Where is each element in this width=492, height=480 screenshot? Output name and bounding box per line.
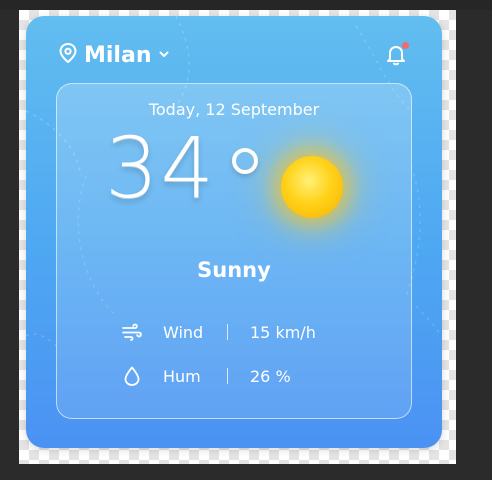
humidity-value: 26 % [250,366,291,386]
notification-dot [402,42,409,49]
divider [227,324,228,340]
weather-card: Milan Today, 12 September 34 Sunny Wind … [26,16,442,448]
wind-row: Wind 15 km/h [119,319,316,345]
wind-value: 15 km/h [250,322,316,342]
degree-symbol [232,148,258,174]
chevron-down-icon [157,46,171,65]
humidity-row: Hum 26 % [119,363,291,389]
humidity-label: Hum [163,366,201,386]
droplet-icon [119,363,145,389]
temperature-value: 34 [105,119,216,217]
window-top-bar [0,0,492,10]
notifications-button[interactable] [384,42,409,66]
weather-condition: Sunny [197,258,271,282]
sun-icon [281,156,343,218]
divider [227,368,228,384]
current-date: Today, 12 September [148,100,320,119]
city-name: Milan [84,42,152,68]
bell-icon [384,46,408,70]
weather-panel: Today, 12 September 34 Sunny Wind 15 km/… [56,83,412,419]
location-pin-icon [58,42,78,68]
location-selector[interactable]: Milan [58,40,171,70]
wind-icon [119,319,145,345]
wind-label: Wind [163,322,204,342]
